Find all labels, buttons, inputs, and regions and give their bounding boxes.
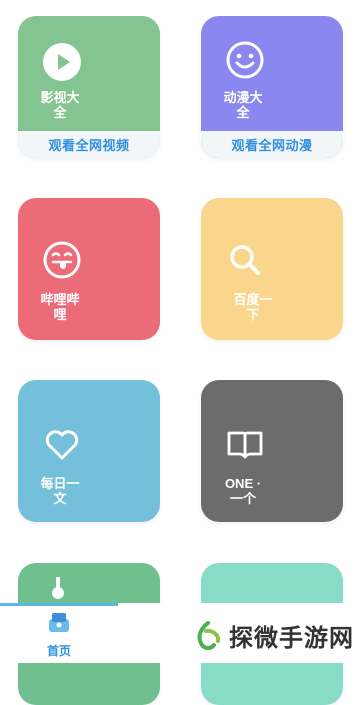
tab-home[interactable]: 首页: [30, 611, 88, 659]
watermark: 探微手游网: [193, 618, 354, 653]
smiley-icon: [226, 41, 264, 79]
active-tab-indicator: [0, 603, 118, 606]
partial-card-icon: [52, 577, 64, 599]
anime-card[interactable]: 动漫大 全 观看全网动漫: [201, 16, 343, 158]
book-icon: [227, 431, 263, 459]
heart-icon: [45, 430, 79, 460]
video-card-subtitle: 观看全网视频: [18, 131, 160, 158]
baidu-card-label: 百度一 下: [233, 292, 273, 322]
video-card-label: 影视大 全: [40, 90, 80, 120]
daily-card-label: 每日一 文: [40, 476, 80, 506]
bilibili-card[interactable]: 哔哩哔 哩: [18, 198, 160, 340]
anime-card-label: 动漫大 全: [223, 90, 263, 120]
watermark-logo-icon: [197, 620, 221, 650]
daily-card[interactable]: 每日一 文: [18, 380, 160, 522]
one-card[interactable]: ONE · 一个: [201, 380, 343, 522]
anime-card-subtitle: 观看全网动漫: [201, 131, 343, 158]
watermark-text: 探微手游网: [229, 625, 354, 652]
search-icon: [230, 245, 260, 275]
video-card[interactable]: 影视大 全 观看全网视频: [18, 16, 160, 158]
bilibili-card-label: 哔哩哔 哩: [40, 292, 80, 322]
tongue-face-icon: [43, 241, 81, 279]
one-card-label: ONE · 一个: [224, 476, 262, 506]
home-icon: [49, 613, 69, 632]
play-icon: [43, 43, 81, 81]
baidu-card[interactable]: 百度一 下: [201, 198, 343, 340]
tab-home-label: 首页: [46, 644, 71, 658]
